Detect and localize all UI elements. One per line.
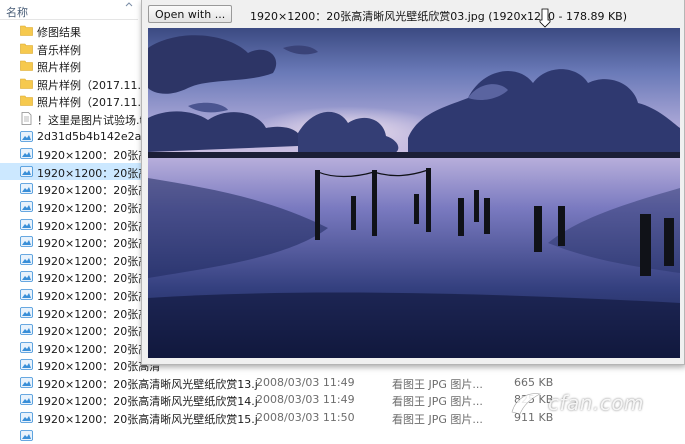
file-size: 665 KB: [514, 375, 554, 389]
jpg-file-icon: [20, 218, 33, 230]
file-type: 看图王 JPG 图片...: [392, 377, 483, 391]
name-column-label: 名称: [6, 6, 28, 19]
jpg-file-icon: [20, 394, 33, 406]
file-row[interactable]: [0, 427, 685, 444]
jpg-file-icon: [20, 271, 33, 283]
watermark-logo-icon: [511, 393, 541, 415]
folder-icon: [20, 43, 33, 54]
jpg-file-icon: [20, 201, 33, 212]
jpg-file-icon: [20, 324, 33, 335]
sort-chevron-icon[interactable]: [124, 0, 134, 10]
jpg-file-icon: [20, 130, 33, 142]
jpg-file-icon: [20, 429, 33, 441]
jpg-file-icon: [20, 412, 33, 423]
file-name: 1920×1200：20张高清晰风光壁纸欣赏15.j...: [37, 413, 257, 427]
file-name: 1920×1200：20张高清晰风光壁纸欣赏13.j...: [37, 377, 257, 391]
watermark: cfan.com: [508, 388, 680, 418]
jpg-file-icon: [20, 165, 33, 177]
file-date: 2008/03/03 11:50: [256, 411, 355, 425]
folder-icon: [20, 25, 33, 36]
file-name: 1920×1200：20张高清晰风光壁纸欣赏14.j...: [37, 395, 257, 409]
folder-icon: [20, 96, 33, 107]
jpg-file-icon: [20, 289, 33, 300]
file-type: 看图王 JPG 图片...: [392, 413, 483, 427]
file-date: 2008/03/03 11:49: [256, 393, 355, 407]
jpg-file-icon: [20, 148, 33, 160]
jpg-file-icon: [20, 359, 33, 371]
jpg-file-icon: [20, 236, 33, 248]
preview-image: [148, 28, 680, 358]
image-preview-popup: Open with ... 1920×1200：20张高清晰风光壁纸欣赏03.j…: [141, 0, 685, 365]
text-file-icon: [21, 112, 32, 125]
watermark-text: cfan.com: [548, 391, 645, 415]
mouse-cursor-icon: [539, 8, 551, 28]
jpg-file-icon: [20, 183, 33, 195]
folder-icon: [20, 60, 33, 71]
jpg-file-icon: [20, 253, 33, 265]
file-type: 看图王 JPG 图片...: [392, 395, 483, 409]
name-column-header[interactable]: 名称: [0, 0, 138, 20]
jpg-file-icon: [20, 376, 33, 388]
folder-icon: [20, 78, 33, 89]
preview-title: 1920×1200：20张高清晰风光壁纸欣赏03.jpg (1920x1200 …: [250, 10, 628, 23]
open-with-button[interactable]: Open with ...: [148, 5, 233, 23]
file-date: 2008/03/03 11:49: [256, 375, 355, 389]
jpg-file-icon: [20, 306, 33, 318]
jpg-file-icon: [20, 341, 33, 353]
